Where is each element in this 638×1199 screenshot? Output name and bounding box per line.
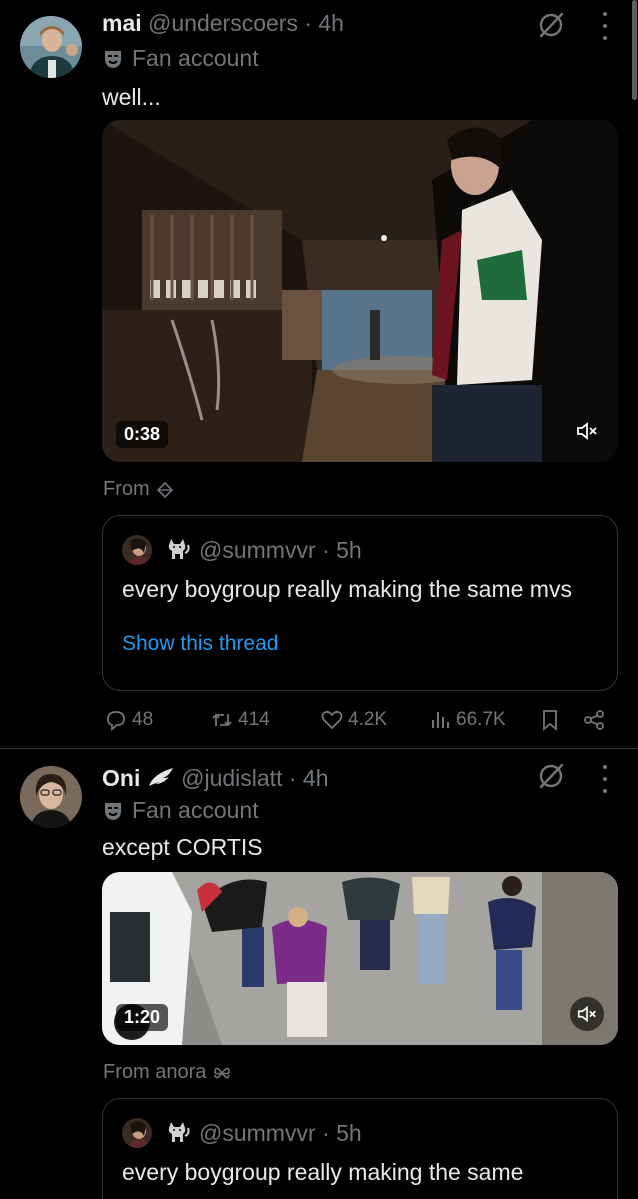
diamond-icon [156, 481, 173, 498]
quoted-tweet[interactable]: @summvvr · 5h every boygroup really maki… [102, 1098, 618, 1199]
quoted-tweet[interactable]: @summvvr · 5h every boygroup really maki… [102, 515, 618, 691]
share-button[interactable] [582, 705, 606, 735]
video-thumbnail [102, 120, 618, 462]
video-thumbnail [102, 872, 618, 1045]
mask-icon [105, 50, 121, 68]
wing-emoji-icon [148, 768, 173, 786]
badge-label: Fan account [132, 45, 259, 71]
reply-button[interactable]: 48 [104, 705, 153, 735]
repost-count: 414 [238, 709, 270, 730]
avatar[interactable] [20, 766, 82, 828]
more-icon[interactable] [601, 12, 609, 40]
repost-button[interactable]: 414 [210, 705, 270, 735]
display-name[interactable]: mai [102, 10, 142, 36]
like-count: 4.2K [348, 709, 388, 730]
quoted-timestamp: · 5h [315, 537, 362, 563]
more-icon[interactable] [601, 765, 609, 793]
grok-icon[interactable] [537, 762, 565, 790]
bookmark-icon [543, 710, 557, 731]
badge-label: Fan account [132, 797, 259, 823]
video-player[interactable]: 1:20 [102, 872, 618, 1045]
mute-icon[interactable] [570, 997, 604, 1031]
fan-account-badge: Fan account [102, 45, 259, 72]
tweet-text: except CORTIS [102, 834, 263, 860]
views-icon [432, 712, 449, 728]
mute-icon[interactable] [570, 414, 604, 448]
from-label: From anora [103, 1061, 207, 1083]
quoted-handle[interactable]: @summvvr [199, 1120, 316, 1146]
reply-count: 48 [132, 709, 154, 730]
fan-account-badge: Fan account [102, 797, 259, 824]
user-handle[interactable]: @judislatt [181, 765, 282, 791]
like-button[interactable]: 4.2K [320, 705, 387, 735]
bookmark-button[interactable] [538, 705, 562, 735]
quoted-handle[interactable]: @summvvr [199, 537, 316, 563]
quoted-text: every boygroup really making the same [122, 1159, 524, 1185]
from-label: From [103, 478, 150, 500]
reply-icon [107, 711, 125, 731]
display-name[interactable]: Oni [102, 765, 140, 791]
timestamp[interactable]: · 4h [282, 765, 329, 791]
mask-icon [105, 802, 121, 820]
quoted-avatar [122, 1118, 152, 1148]
video-duration: 0:38 [116, 421, 169, 448]
quoted-text: every boygroup really making the same mv… [122, 576, 572, 602]
views-button[interactable]: 66.7K [428, 705, 506, 735]
cat-emoji-icon [165, 537, 191, 563]
repost-icon [212, 713, 232, 727]
like-icon [321, 710, 343, 730]
tweet-text: well... [102, 84, 161, 110]
tweet[interactable]: mai @underscoers · 4h Fan account well..… [0, 0, 638, 748]
tweet[interactable]: Oni @judislatt · 4h Fan account except C… [0, 749, 638, 1199]
bow-icon [214, 1067, 231, 1078]
quoted-avatar [122, 535, 152, 565]
video-source[interactable]: From anora [103, 1061, 232, 1084]
grok-icon[interactable] [537, 11, 565, 39]
action-bar: 48 414 4.2K 66.7K [102, 705, 618, 735]
show-thread-link[interactable]: Show this thread [122, 632, 278, 656]
video-source[interactable]: From [103, 478, 174, 501]
share-icon [584, 710, 604, 730]
quoted-timestamp: · 5h [315, 1120, 362, 1146]
avatar[interactable] [20, 16, 82, 78]
views-count: 66.7K [456, 709, 506, 730]
timestamp[interactable]: · 4h [298, 10, 344, 36]
user-handle[interactable]: @underscoers [148, 10, 298, 36]
cat-emoji-icon [165, 1120, 191, 1146]
video-player[interactable]: 0:38 [102, 120, 618, 462]
video-duration: 1:20 [116, 1004, 169, 1031]
